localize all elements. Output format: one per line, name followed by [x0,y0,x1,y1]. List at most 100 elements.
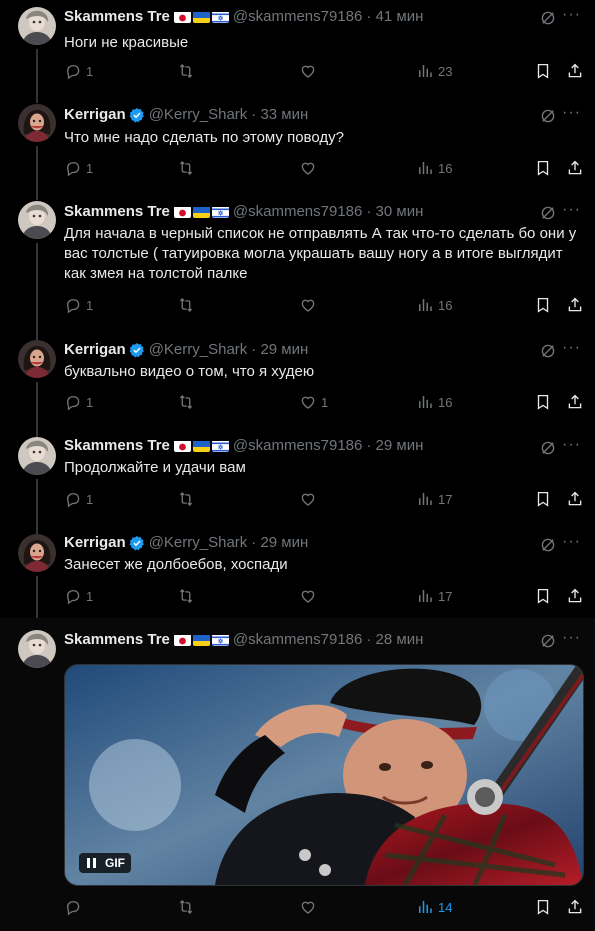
author-name[interactable]: Skammens Tre [64,437,170,455]
author-name[interactable]: Kerrigan [64,341,126,359]
author-handle[interactable]: @Kerry_Shark [149,534,248,552]
more-icon[interactable]: ··· [562,437,581,453]
grok-icon[interactable] [539,536,557,554]
grok-icon[interactable] [539,632,557,650]
reply-button[interactable]: 1 [64,296,93,314]
tweet-7[interactable]: Skammens Tre @skammens79186 · 28 мин ··· [0,618,595,931]
israel-flag-icon [212,440,229,452]
avatar[interactable] [18,437,56,475]
bookmark-button[interactable] [534,296,552,314]
avatar[interactable] [18,201,56,239]
gif-control[interactable]: GIF [79,853,131,873]
grok-icon[interactable] [539,439,557,457]
tweet-4[interactable]: Kerrigan @Kerry_Shark · 29 мин ··· буква… [0,334,595,431]
reply-count: 1 [86,394,94,410]
more-icon[interactable]: ··· [562,534,581,550]
grok-icon[interactable] [539,204,557,222]
more-icon[interactable]: ··· [562,202,581,218]
author-name[interactable]: Skammens Tre [64,631,170,649]
share-button[interactable] [566,62,584,80]
like-button[interactable] [299,490,317,508]
like-button[interactable] [299,296,317,314]
more-icon[interactable]: ··· [562,105,581,121]
author-name[interactable]: Kerrigan [64,106,126,124]
like-button[interactable]: 1 [299,393,328,411]
views-icon [416,898,434,916]
reply-button[interactable] [64,898,82,916]
avatar[interactable] [18,104,56,142]
timestamp[interactable]: · 29 мин [251,341,308,359]
share-button[interactable] [566,587,584,605]
views-button[interactable]: 14 [416,898,452,916]
bookmark-button[interactable] [534,393,552,411]
repost-button[interactable] [177,490,195,508]
author-handle[interactable]: @Kerry_Shark [149,106,248,124]
timestamp[interactable]: · 41 мин [366,8,423,26]
repost-button[interactable] [177,587,195,605]
like-button[interactable] [299,587,317,605]
repost-button[interactable] [177,393,195,411]
bookmark-button[interactable] [534,159,552,177]
reply-button[interactable]: 1 [64,490,93,508]
views-button[interactable]: 17 [416,490,452,508]
grok-icon[interactable] [539,342,557,360]
timestamp[interactable]: · 33 мин [251,106,308,124]
like-button[interactable] [299,62,317,80]
like-button[interactable] [299,898,317,916]
share-button[interactable] [566,159,584,177]
author-handle[interactable]: @skammens79186 [233,437,362,455]
repost-button[interactable] [177,296,195,314]
timestamp[interactable]: · 30 мин [366,203,423,221]
views-button[interactable]: 16 [416,296,452,314]
avatar[interactable] [18,534,56,572]
views-button[interactable]: 23 [416,62,452,80]
author-handle[interactable]: @skammens79186 [233,203,362,221]
reply-icon [64,490,82,508]
tweet-2[interactable]: Kerrigan @Kerry_Shark · 33 мин ··· Что м… [0,97,595,194]
views-button[interactable]: 17 [416,587,452,605]
views-icon [416,393,434,411]
author-name[interactable]: Skammens Tre [64,8,170,26]
avatar[interactable] [18,630,56,668]
share-button[interactable] [566,490,584,508]
reply-button[interactable]: 1 [64,159,93,177]
repost-button[interactable] [177,62,195,80]
bookmark-button[interactable] [534,490,552,508]
grok-icon[interactable] [539,107,557,125]
views-icon [416,296,434,314]
views-button[interactable]: 16 [416,393,452,411]
tweet-3[interactable]: Skammens Tre @skammens79186 · 30 мин ···… [0,194,595,334]
timestamp[interactable]: · 29 мин [251,534,308,552]
bookmark-button[interactable] [534,62,552,80]
avatar[interactable] [18,340,56,378]
avatar[interactable] [18,7,56,45]
tweet-5[interactable]: Skammens Tre @skammens79186 · 29 мин ···… [0,431,595,528]
pause-icon[interactable] [85,856,99,870]
reply-button[interactable]: 1 [64,393,93,411]
like-button[interactable] [299,159,317,177]
tweet-6[interactable]: Kerrigan @Kerry_Shark · 29 мин ··· Занес… [0,528,595,618]
reply-button[interactable]: 1 [64,62,93,80]
bookmark-button[interactable] [534,898,552,916]
more-icon[interactable]: ··· [562,340,581,356]
bookmark-button[interactable] [534,587,552,605]
author-handle[interactable]: @skammens79186 [233,8,362,26]
author-name[interactable]: Skammens Tre [64,203,170,221]
author-name[interactable]: Kerrigan [64,534,126,552]
share-button[interactable] [566,296,584,314]
gif-media[interactable]: GIF [64,664,584,886]
author-handle[interactable]: @Kerry_Shark [149,341,248,359]
more-icon[interactable]: ··· [562,630,581,646]
share-button[interactable] [566,393,584,411]
repost-button[interactable] [177,898,195,916]
views-button[interactable]: 16 [416,159,452,177]
author-handle[interactable]: @skammens79186 [233,631,362,649]
reply-button[interactable]: 1 [64,587,93,605]
timestamp[interactable]: · 29 мин [366,437,423,455]
more-icon[interactable]: ··· [562,7,581,23]
grok-icon[interactable] [539,9,557,27]
timestamp[interactable]: · 28 мин [366,631,423,649]
share-button[interactable] [566,898,584,916]
repost-button[interactable] [177,159,195,177]
tweet-1[interactable]: Skammens Tre @skammens79186 · 41 мин ···… [0,0,595,97]
